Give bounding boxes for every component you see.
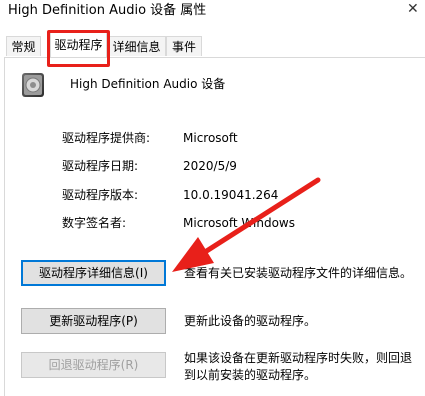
date-label: 驱动程序日期: xyxy=(62,159,139,173)
tab-events[interactable]: 事件 xyxy=(166,36,202,56)
window-title: High Definition Audio 设备 属性 xyxy=(8,3,207,18)
update-driver-button[interactable]: 更新驱动程序(P) xyxy=(21,308,166,334)
title-bar: High Definition Audio 设备 属性 ✕ xyxy=(0,0,425,27)
speaker-icon xyxy=(22,73,44,97)
version-value: 10.0.19041.264 xyxy=(183,188,279,202)
driver-details-button[interactable]: 驱动程序详细信息(I) xyxy=(21,260,166,286)
signer-label: 数字签名者: xyxy=(62,216,127,230)
device-name: High Definition Audio 设备 xyxy=(70,77,226,91)
properties-dialog: High Definition Audio 设备 属性 ✕ 常规 驱动程序 详细… xyxy=(0,0,425,396)
tab-details[interactable]: 详细信息 xyxy=(107,36,166,56)
close-icon[interactable]: ✕ xyxy=(407,0,419,22)
provider-value: Microsoft xyxy=(183,131,238,145)
tab-driver[interactable]: 驱动程序 xyxy=(50,32,107,57)
update-driver-description: 更新此设备的驱动程序。 xyxy=(184,314,317,328)
roll-back-driver-button[interactable]: 回退驱动程序(R) xyxy=(21,352,166,378)
driver-details-description: 查看有关已安装驱动程序文件的详细信息。 xyxy=(184,266,413,280)
tab-general[interactable]: 常规 xyxy=(6,36,41,56)
provider-label: 驱动程序提供商: xyxy=(62,131,151,145)
date-value: 2020/5/9 xyxy=(183,159,237,173)
version-label: 驱动程序版本: xyxy=(62,188,139,202)
signer-value: Microsoft Windows xyxy=(183,216,295,230)
roll-back-driver-description: 如果该设备在更新驱动程序时失败，则回退到以前安装的驱动程序。 xyxy=(184,351,413,382)
tab-strip: 常规 驱动程序 详细信息 事件 xyxy=(0,32,425,57)
